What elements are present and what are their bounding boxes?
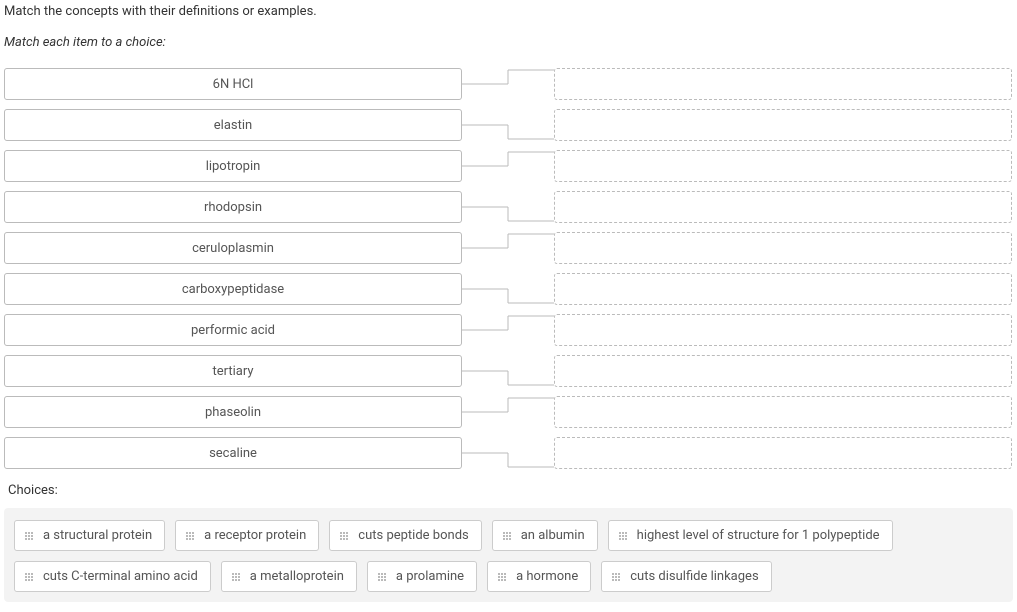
concept-box: secaline bbox=[4, 437, 462, 469]
question-instructions: Match the concepts with their definition… bbox=[4, 4, 1013, 19]
choice-label: a receptor protein bbox=[204, 528, 306, 543]
drag-handle-icon bbox=[230, 571, 242, 583]
match-row: performic acid bbox=[4, 314, 1013, 346]
drop-zone[interactable] bbox=[554, 232, 1012, 264]
concept-box: 6N HCl bbox=[4, 68, 462, 100]
choice-pill[interactable]: highest level of structure for 1 polypep… bbox=[608, 520, 893, 551]
connector bbox=[462, 68, 554, 100]
concept-box: lipotropin bbox=[4, 150, 462, 182]
drag-handle-icon bbox=[338, 530, 350, 542]
drag-handle-icon bbox=[23, 571, 35, 583]
choice-pill[interactable]: a hormone bbox=[487, 561, 591, 592]
connector bbox=[462, 437, 554, 469]
choice-pill[interactable]: cuts peptide bonds bbox=[329, 520, 481, 551]
match-row: rhodopsin bbox=[4, 191, 1013, 223]
choice-label: a hormone bbox=[516, 569, 578, 584]
concept-box: ceruloplasmin bbox=[4, 232, 462, 264]
connector bbox=[462, 109, 554, 141]
drop-zone[interactable] bbox=[554, 191, 1012, 223]
connector bbox=[462, 191, 554, 223]
match-rows-container: 6N HCl elastin lipotropin rhodopsin ceru… bbox=[4, 68, 1013, 469]
match-row: 6N HCl bbox=[4, 68, 1013, 100]
concept-box: rhodopsin bbox=[4, 191, 462, 223]
drag-handle-icon bbox=[23, 530, 35, 542]
connector bbox=[462, 314, 554, 346]
drag-handle-icon bbox=[376, 571, 388, 583]
match-row: elastin bbox=[4, 109, 1013, 141]
choice-label: highest level of structure for 1 polypep… bbox=[637, 528, 880, 543]
drop-zone[interactable] bbox=[554, 68, 1012, 100]
choice-pill[interactable]: cuts disulfide linkages bbox=[601, 561, 771, 592]
match-row: ceruloplasmin bbox=[4, 232, 1013, 264]
choice-pill[interactable]: an albumin bbox=[492, 520, 598, 551]
connector bbox=[462, 150, 554, 182]
drag-handle-icon bbox=[617, 530, 629, 542]
concept-box: elastin bbox=[4, 109, 462, 141]
concept-box: tertiary bbox=[4, 355, 462, 387]
choice-label: a structural protein bbox=[43, 528, 152, 543]
drag-handle-icon bbox=[184, 530, 196, 542]
drop-zone[interactable] bbox=[554, 437, 1012, 469]
drop-zone[interactable] bbox=[554, 396, 1012, 428]
choice-pill[interactable]: a metalloprotein bbox=[221, 561, 357, 592]
choices-label: Choices: bbox=[8, 483, 1013, 498]
connector bbox=[462, 232, 554, 264]
drag-handle-icon bbox=[496, 571, 508, 583]
drop-zone[interactable] bbox=[554, 314, 1012, 346]
match-row: carboxypeptidase bbox=[4, 273, 1013, 305]
connector bbox=[462, 396, 554, 428]
concept-box: phaseolin bbox=[4, 396, 462, 428]
choice-label: cuts disulfide linkages bbox=[630, 569, 758, 584]
drop-zone[interactable] bbox=[554, 273, 1012, 305]
match-row: phaseolin bbox=[4, 396, 1013, 428]
match-instructions: Match each item to a choice: bbox=[4, 35, 1013, 50]
match-row: secaline bbox=[4, 437, 1013, 469]
choice-pill[interactable]: cuts C-terminal amino acid bbox=[14, 561, 211, 592]
choice-label: a metalloprotein bbox=[250, 569, 344, 584]
drop-zone[interactable] bbox=[554, 109, 1012, 141]
concept-box: carboxypeptidase bbox=[4, 273, 462, 305]
choice-label: a prolamine bbox=[396, 569, 464, 584]
choice-label: cuts C-terminal amino acid bbox=[43, 569, 198, 584]
choices-area[interactable]: a structural protein a receptor protein … bbox=[4, 508, 1013, 602]
drag-handle-icon bbox=[501, 530, 513, 542]
drop-zone[interactable] bbox=[554, 355, 1012, 387]
choice-pill[interactable]: a prolamine bbox=[367, 561, 477, 592]
choice-pill[interactable]: a structural protein bbox=[14, 520, 165, 551]
drop-zone[interactable] bbox=[554, 150, 1012, 182]
concept-box: performic acid bbox=[4, 314, 462, 346]
drag-handle-icon bbox=[610, 571, 622, 583]
match-row: tertiary bbox=[4, 355, 1013, 387]
choice-label: an albumin bbox=[521, 528, 585, 543]
choice-label: cuts peptide bonds bbox=[358, 528, 468, 543]
connector bbox=[462, 355, 554, 387]
connector bbox=[462, 273, 554, 305]
choice-pill[interactable]: a receptor protein bbox=[175, 520, 319, 551]
match-row: lipotropin bbox=[4, 150, 1013, 182]
